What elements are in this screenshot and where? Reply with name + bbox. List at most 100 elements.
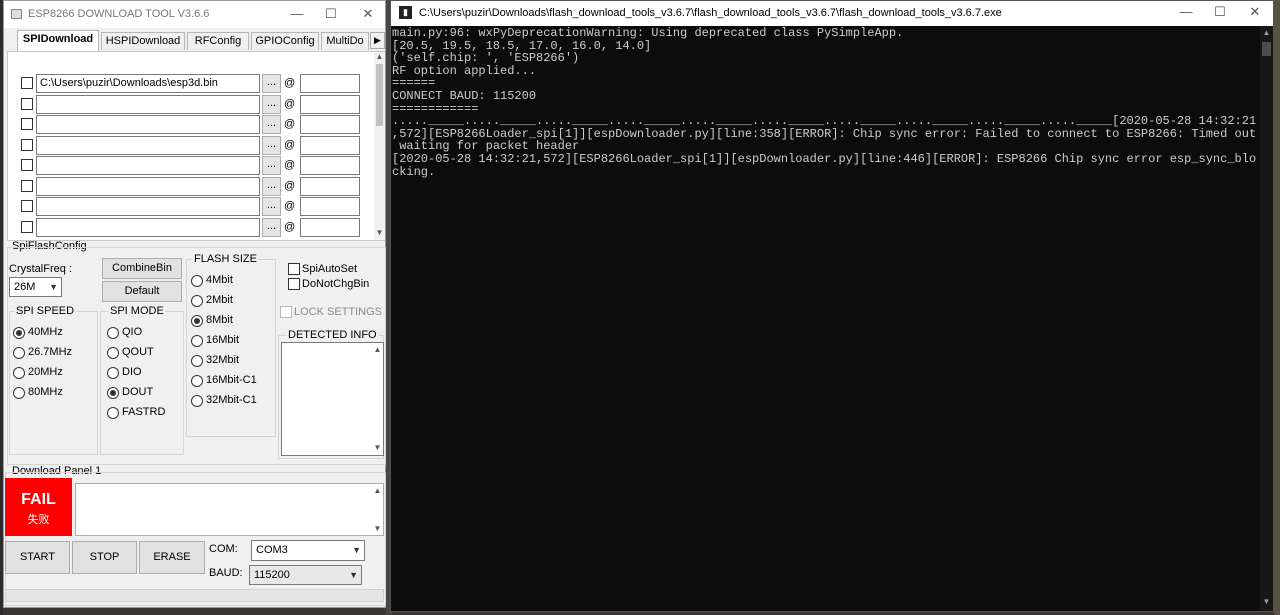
file-enable-checkbox[interactable] [21,179,33,192]
browse-file-button[interactable]: ... [262,176,281,196]
scroll-down-icon[interactable]: ▼ [374,228,385,237]
tab-hspidownload[interactable]: HSPIDownload [101,32,185,50]
tab-scroll-right-icon[interactable]: ▶ [370,32,385,49]
spi-mode-radio[interactable] [107,407,119,419]
spi-mode-radio[interactable] [107,327,119,339]
file-path-input[interactable] [36,156,260,175]
scroll-thumb[interactable] [376,64,383,126]
com-port-select[interactable]: COM3 ▼ [251,540,365,561]
at-symbol: @ [284,77,296,89]
browse-file-button[interactable]: ... [262,94,281,114]
file-path-input[interactable]: C:\Users\puzir\Downloads\esp3d.bin [36,74,260,93]
file-path-input[interactable] [36,176,260,196]
flash-size-radio[interactable] [191,355,203,367]
console-maximize-button[interactable]: ☐ [1203,0,1237,26]
file-path-input[interactable] [36,197,260,216]
spi-mode-radio[interactable] [107,387,119,399]
spi-speed-option-label: 20MHz [28,366,63,378]
flash-address-input[interactable] [300,156,360,175]
flash-address-input[interactable] [300,115,360,134]
file-enable-checkbox[interactable] [21,200,33,212]
file-enable-checkbox[interactable] [21,159,33,171]
at-symbol: @ [284,159,296,171]
tab-multidownload[interactable]: MultiDo [321,32,369,50]
flash-size-option-label: 8Mbit [206,314,233,326]
lock-settings-checkbox[interactable] [280,306,292,318]
file-row: ... @ [8,135,373,156]
flash-size-radio[interactable] [191,375,203,387]
do-not-chg-bin-checkbox[interactable] [288,278,300,290]
console-scroll-thumb[interactable] [1262,42,1271,56]
spi-speed-radio[interactable] [13,367,25,379]
browse-file-button[interactable]: ... [262,217,281,237]
console-output[interactable]: main.py:96: wxPyDeprecationWarning: Usin… [392,26,1260,611]
scroll-up-icon[interactable]: ▲ [374,52,385,61]
file-enable-checkbox[interactable] [21,138,33,151]
flash-address-input[interactable] [300,135,360,155]
browse-file-button[interactable]: ... [262,115,281,134]
minimize-button[interactable]: — [280,1,314,28]
file-path-input[interactable] [36,217,260,237]
file-path-input[interactable] [36,135,260,155]
spi-mode-radio[interactable] [107,367,119,379]
flash-address-input[interactable] [300,176,360,196]
stop-button[interactable]: STOP [72,541,137,574]
console-minimize-button[interactable]: — [1169,0,1203,26]
baud-rate-select[interactable]: 115200 ▼ [249,565,362,585]
flash-size-radio[interactable] [191,295,203,307]
spi-auto-set-label: SpiAutoSet [302,263,358,275]
spi-auto-set-checkbox[interactable] [288,263,300,275]
start-button[interactable]: START [5,541,70,574]
tab-gpioconfig[interactable]: GPIOConfig [251,32,319,50]
scroll-up-icon[interactable]: ▲ [372,345,383,354]
flash-size-radio[interactable] [191,395,203,407]
console-close-button[interactable]: ✕ [1238,0,1272,26]
tab-rfconfig[interactable]: RFConfig [187,32,249,50]
spi-speed-radio[interactable] [13,387,25,399]
file-enable-checkbox[interactable] [21,77,33,89]
browse-file-button[interactable]: ... [262,156,281,175]
combinebin-button[interactable]: CombineBin [102,258,182,279]
flash-size-option-label: 4Mbit [206,274,233,286]
scroll-up-icon[interactable]: ▲ [372,486,383,495]
flash-size-radio[interactable] [191,315,203,327]
crystal-freq-select[interactable]: 26M ▼ [9,277,62,297]
do-not-chg-bin-label: DoNotChgBin [302,278,370,290]
scroll-up-icon[interactable]: ▲ [1261,28,1272,37]
file-enable-checkbox[interactable] [21,220,33,233]
spi-mode-radio[interactable] [107,347,119,359]
at-symbol: @ [284,220,296,233]
file-enable-checkbox[interactable] [21,97,33,110]
console-scrollbar[interactable]: ▲ ▼ [1260,26,1273,611]
tab-spidownload[interactable]: SPIDownload [17,30,99,51]
flash-size-radio[interactable] [191,335,203,347]
scroll-down-icon[interactable]: ▼ [1261,597,1272,606]
spi-speed-radio[interactable] [13,347,25,359]
file-path-input[interactable] [36,94,260,114]
flash-address-input[interactable] [300,94,360,114]
file-list-scrollbar[interactable]: ▲ ▼ [374,52,385,240]
file-enable-checkbox[interactable] [21,118,33,130]
tool-title-bar[interactable]: ESP8266 DOWNLOAD TOOL V3.6.6 — ☐ ✕ [4,1,385,28]
flash-address-input[interactable] [300,74,360,93]
file-path-input[interactable] [36,115,260,134]
flash-address-input[interactable] [300,197,360,216]
console-title-bar[interactable]: ▮ C:\Users\puzir\Downloads\flash_downloa… [391,1,1273,26]
scroll-down-icon[interactable]: ▼ [372,524,383,533]
scroll-down-icon[interactable]: ▼ [372,443,383,452]
tool-window-title: ESP8266 DOWNLOAD TOOL V3.6.6 [28,8,210,20]
status-text: FAIL [21,491,56,508]
browse-file-button[interactable]: ... [262,135,281,155]
spi-speed-radio[interactable] [13,327,25,339]
maximize-button[interactable]: ☐ [314,1,348,28]
flash-address-input[interactable] [300,217,360,237]
close-button[interactable]: ✕ [351,1,385,28]
download-log-textbox[interactable]: ▲ ▼ [75,483,384,536]
browse-file-button[interactable]: ... [262,197,281,216]
default-button[interactable]: Default [102,281,182,302]
detected-info-textbox[interactable]: ▲ ▼ [281,342,384,456]
erase-button[interactable]: ERASE [139,541,205,574]
browse-file-button[interactable]: ... [262,74,281,93]
flash-size-radio[interactable] [191,275,203,287]
spi-mode-option-label: FASTRD [122,406,166,418]
